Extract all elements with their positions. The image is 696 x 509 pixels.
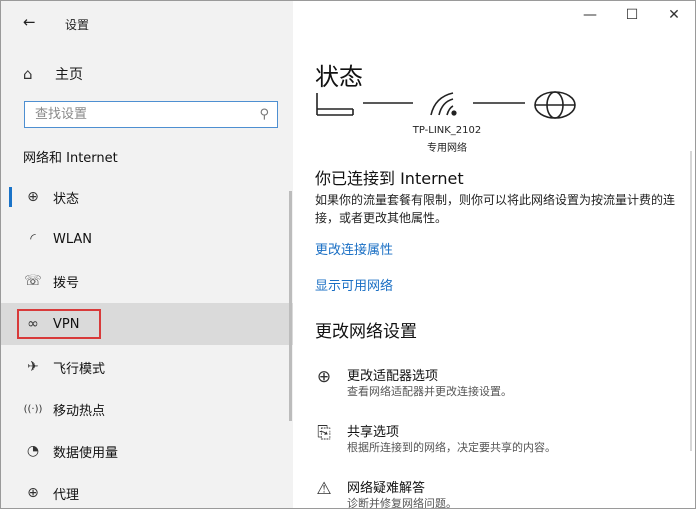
sidebar-item-label: 数据使用量 [53,445,119,461]
sidebar-item-home[interactable]: ⌂ 主页 [23,63,83,85]
connection-status-heading: 你已连接到 Internet [315,169,464,188]
minimize-icon[interactable]: — [569,7,611,23]
option-description: 查看网络适配器并更改连接设置。 [347,385,512,398]
internet-globe-icon [534,91,576,119]
airplane-icon: ✈ [27,359,39,375]
phone-icon: ☏ [24,273,42,289]
hotspot-icon: ((·)) [23,403,43,415]
section-header: 网络和 Internet [23,151,118,166]
option-change-adapter[interactable]: ⊕ 更改适配器选项 查看网络适配器并更改连接设置。 [313,365,683,405]
page-title: 状态 [315,63,363,91]
option-description: 诊断并修复网络问题。 [347,497,457,509]
warning-icon: ⚠ [316,479,332,499]
connection-status-description: 如果你的流量套餐有限制，则你可以将此网络设置为按流量计费的连接，或者更改其他属性… [315,193,676,225]
option-title: 共享选项 [347,425,400,440]
sidebar-item-proxy[interactable]: ⊕ 代理 [1,473,293,508]
adapter-globe-icon: ⊕ [316,367,332,387]
settings-window: ← 设置 ⌂ 主页 ⚲ 网络和 Internet ⊕ 状态 ◜ WLAN ☏ 拨… [0,0,696,509]
sidebar-item-mobile-hotspot[interactable]: ((·)) 移动热点 [1,389,293,429]
option-troubleshoot[interactable]: ⚠ 网络疑难解答 诊断并修复网络问题。 [313,477,683,509]
close-icon[interactable]: ✕ [653,7,695,23]
sidebar-item-label: 移动热点 [53,403,106,419]
window-controls: — ☐ ✕ [569,7,695,23]
network-name: TP-LINK_2102 [412,125,482,136]
main-panel: — ☐ ✕ 状态 TP-LINK_2102 专用网络 你已连接到 Interne… [293,1,695,508]
option-description: 根据所连接到的网络，决定要共享的内容。 [347,441,556,454]
vpn-highlight-box [17,309,101,339]
wifi-signal-icon [430,92,457,116]
back-arrow-icon[interactable]: ← [23,13,36,31]
sidebar-item-label: 代理 [53,487,80,503]
data-usage-icon: ◔ [26,443,40,459]
change-network-settings-heading: 更改网络设置 [315,322,417,342]
sidebar-item-label: 飞行模式 [53,361,106,377]
change-connection-properties-link[interactable]: 更改连接属性 [315,239,393,258]
sidebar-item-data-usage[interactable]: ◔ 数据使用量 [1,431,293,471]
pc-icon [316,93,354,116]
option-title: 网络疑难解答 [347,481,426,496]
main-scrollbar[interactable] [690,151,692,451]
network-type: 专用网络 [427,143,467,154]
window-title: 设置 [65,18,90,32]
sidebar-item-label: 主页 [55,67,83,83]
wifi-icon: ◜ [30,231,36,247]
proxy-globe-icon: ⊕ [27,485,39,501]
search-box: ⚲ [24,101,278,128]
option-title: 更改适配器选项 [347,369,439,384]
sidebar-scrollbar[interactable] [289,191,292,421]
show-available-networks-link[interactable]: 显示可用网络 [315,275,393,294]
sidebar-item-label: WLAN [53,231,93,247]
search-input[interactable] [25,102,255,127]
sidebar-item-status[interactable]: ⊕ 状态 [1,177,293,217]
sidebar-item-dialup[interactable]: ☏ 拨号 [1,261,293,301]
option-sharing[interactable]: ⎘ 共享选项 根据所连接到的网络，决定要共享的内容。 [313,421,683,461]
sidebar-item-label: 状态 [53,191,80,207]
sidebar-item-airplane-mode[interactable]: ✈ 飞行模式 [1,347,293,387]
globe-icon: ⊕ [27,189,39,205]
maximize-icon[interactable]: ☐ [611,7,653,23]
sharing-icon: ⎘ [317,423,331,443]
sidebar-item-label: 拨号 [53,275,80,291]
sidebar-item-wlan[interactable]: ◜ WLAN [1,219,293,259]
home-icon: ⌂ [23,65,33,83]
search-icon[interactable]: ⚲ [259,107,269,122]
sidebar: ← 设置 ⌂ 主页 ⚲ 网络和 Internet ⊕ 状态 ◜ WLAN ☏ 拨… [1,1,293,508]
